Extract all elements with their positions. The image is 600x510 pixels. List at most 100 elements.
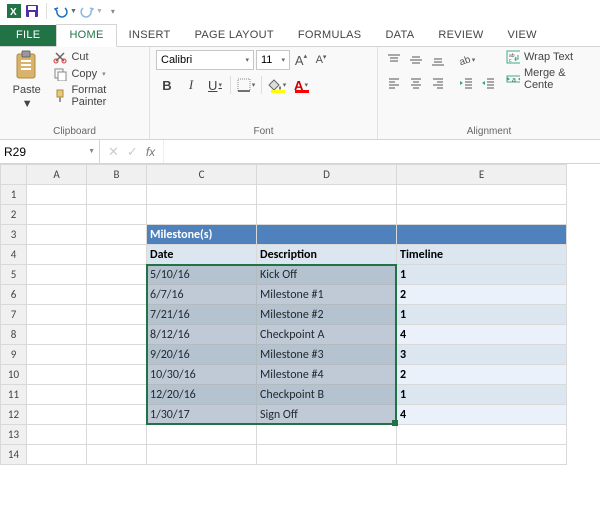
- align-middle-button[interactable]: [406, 50, 426, 70]
- cell[interactable]: 7/21/16: [147, 305, 257, 325]
- undo-dropdown-icon[interactable]: ▼: [70, 8, 77, 15]
- align-top-button[interactable]: [384, 50, 404, 70]
- save-icon[interactable]: [24, 3, 40, 19]
- cell[interactable]: [87, 305, 147, 325]
- worksheet[interactable]: ABCDE123Milestone(s)4DateDescriptionTime…: [0, 164, 600, 510]
- column-header[interactable]: E: [397, 165, 567, 185]
- bold-button[interactable]: B: [156, 74, 178, 96]
- cell[interactable]: [257, 445, 397, 465]
- font-size-combo[interactable]: 11 ▾: [256, 50, 290, 70]
- select-all-corner[interactable]: [1, 165, 27, 185]
- cell[interactable]: [257, 225, 397, 245]
- cell[interactable]: [87, 385, 147, 405]
- column-header[interactable]: B: [87, 165, 147, 185]
- cell[interactable]: 10/30/16: [147, 365, 257, 385]
- cell[interactable]: Timeline: [397, 245, 567, 265]
- tab-home[interactable]: HOME: [56, 24, 116, 47]
- cell[interactable]: 4: [397, 405, 567, 425]
- decrease-indent-button[interactable]: [456, 73, 476, 93]
- cell[interactable]: [257, 205, 397, 225]
- cell[interactable]: Checkpoint B: [257, 385, 397, 405]
- cell[interactable]: [397, 445, 567, 465]
- row-header[interactable]: 13: [1, 425, 27, 445]
- italic-button[interactable]: I: [180, 74, 202, 96]
- wrap-text-button[interactable]: abc Wrap Text: [506, 50, 594, 64]
- font-color-button[interactable]: A ▾: [290, 74, 312, 96]
- cell[interactable]: [87, 265, 147, 285]
- cell[interactable]: [87, 185, 147, 205]
- cell[interactable]: [27, 365, 87, 385]
- cell[interactable]: [87, 445, 147, 465]
- cell[interactable]: Milestone #3: [257, 345, 397, 365]
- cell[interactable]: 6/7/16: [147, 285, 257, 305]
- qat-customize-icon[interactable]: ▾: [111, 7, 115, 16]
- cell[interactable]: [27, 345, 87, 365]
- cancel-formula-icon[interactable]: ✕: [108, 144, 119, 160]
- cell[interactable]: [147, 205, 257, 225]
- tab-view[interactable]: VIEW: [496, 25, 549, 46]
- cell[interactable]: 2: [397, 365, 567, 385]
- cell[interactable]: [27, 445, 87, 465]
- tab-formulas[interactable]: FORMULAS: [286, 25, 374, 46]
- shrink-font-button[interactable]: A▾: [312, 50, 330, 70]
- row-header[interactable]: 2: [1, 205, 27, 225]
- align-bottom-button[interactable]: [428, 50, 448, 70]
- cell[interactable]: 1/30/17: [147, 405, 257, 425]
- cell[interactable]: Milestone(s): [147, 225, 257, 245]
- cell[interactable]: [87, 325, 147, 345]
- cell[interactable]: [257, 425, 397, 445]
- cell[interactable]: [87, 245, 147, 265]
- cell[interactable]: [397, 185, 567, 205]
- cell[interactable]: [27, 385, 87, 405]
- cell[interactable]: [87, 285, 147, 305]
- cell[interactable]: [147, 185, 257, 205]
- cell[interactable]: 4: [397, 325, 567, 345]
- cell[interactable]: 1: [397, 265, 567, 285]
- row-header[interactable]: 10: [1, 365, 27, 385]
- tab-file[interactable]: FILE: [0, 25, 56, 46]
- undo-icon[interactable]: [53, 3, 69, 19]
- orientation-button[interactable]: ab▾: [456, 50, 476, 70]
- tab-page-layout[interactable]: PAGE LAYOUT: [183, 25, 286, 46]
- cell[interactable]: [87, 425, 147, 445]
- cell[interactable]: Kick Off: [257, 265, 397, 285]
- cell[interactable]: [87, 405, 147, 425]
- fill-color-button[interactable]: ▾: [266, 74, 288, 96]
- cell[interactable]: 12/20/16: [147, 385, 257, 405]
- cell[interactable]: [87, 205, 147, 225]
- align-center-button[interactable]: [406, 73, 426, 93]
- cell[interactable]: Date: [147, 245, 257, 265]
- copy-button[interactable]: Copy ▾: [53, 67, 143, 81]
- cell[interactable]: [87, 345, 147, 365]
- cell[interactable]: [87, 365, 147, 385]
- redo-dropdown-icon[interactable]: ▼: [96, 8, 103, 15]
- row-header[interactable]: 11: [1, 385, 27, 405]
- copy-dropdown-icon[interactable]: ▾: [102, 70, 106, 78]
- cell[interactable]: [27, 225, 87, 245]
- cell[interactable]: [87, 225, 147, 245]
- align-left-button[interactable]: [384, 73, 404, 93]
- redo-icon[interactable]: [79, 3, 95, 19]
- fx-icon[interactable]: fx: [146, 145, 155, 159]
- cell[interactable]: Milestone #1: [257, 285, 397, 305]
- cell[interactable]: 9/20/16: [147, 345, 257, 365]
- paste-dropdown-icon[interactable]: ▼: [22, 98, 33, 110]
- enter-formula-icon[interactable]: ✓: [127, 144, 138, 160]
- tab-review[interactable]: REVIEW: [426, 25, 495, 46]
- cell[interactable]: 2: [397, 285, 567, 305]
- cell[interactable]: 1: [397, 305, 567, 325]
- cut-button[interactable]: Cut: [53, 50, 143, 64]
- borders-button[interactable]: ▾: [235, 74, 257, 96]
- cell[interactable]: Sign Off: [257, 405, 397, 425]
- cell[interactable]: [27, 285, 87, 305]
- tab-data[interactable]: DATA: [373, 25, 426, 46]
- cell[interactable]: 8/12/16: [147, 325, 257, 345]
- cell[interactable]: [27, 325, 87, 345]
- grow-font-button[interactable]: A▴: [292, 50, 310, 70]
- underline-button[interactable]: U▾: [204, 74, 226, 96]
- row-header[interactable]: 5: [1, 265, 27, 285]
- cell[interactable]: [27, 265, 87, 285]
- cell[interactable]: [27, 405, 87, 425]
- paste-button[interactable]: Paste ▼: [6, 50, 47, 110]
- formula-bar[interactable]: [163, 140, 600, 163]
